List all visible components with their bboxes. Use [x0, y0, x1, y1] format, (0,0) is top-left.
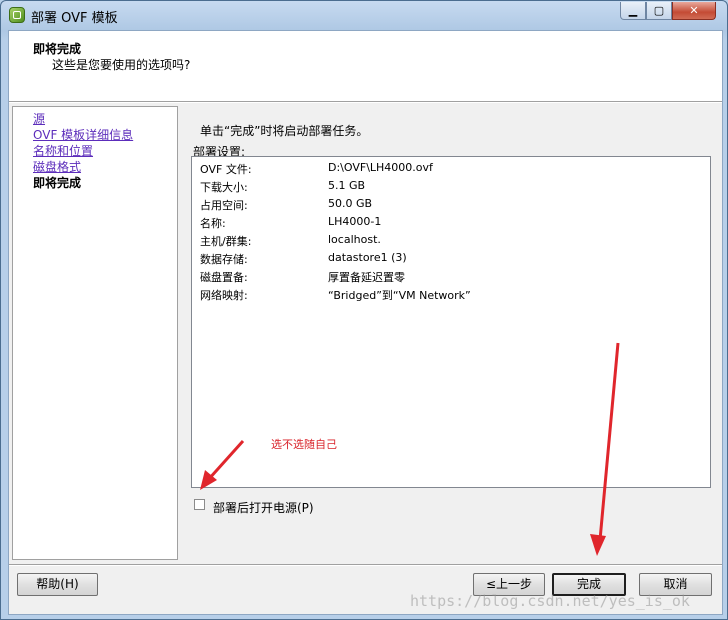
wizard-header: 即将完成 这些是您要使用的选项吗?: [9, 31, 722, 102]
minimize-button[interactable]: ▁: [620, 2, 646, 20]
settings-row: 名称: LH4000-1: [200, 215, 700, 233]
page-subtitle: 这些是您要使用的选项吗?: [52, 58, 191, 72]
setting-value: “Bridged”到“VM Network”: [328, 289, 471, 302]
settings-row: 数据存储: datastore1 (3): [200, 251, 700, 269]
settings-list[interactable]: OVF 文件: D:\OVF\LH4000.ovf 下载大小: 5.1 GB 占…: [191, 156, 711, 488]
setting-key: 占用空间:: [200, 199, 248, 212]
page-title: 即将完成: [33, 42, 82, 56]
setting-key: OVF 文件:: [200, 163, 252, 176]
setting-key: 数据存储:: [200, 253, 248, 266]
setting-key: 网络映射:: [200, 289, 248, 302]
dialog-window: 部署 OVF 模板 ▁ ▢ ✕ 即将完成 这些是您要使用的选项吗? 源 OVF …: [0, 0, 728, 620]
settings-row: 磁盘置备: 厚置备延迟置零: [200, 269, 700, 287]
step-link-source[interactable]: 源: [33, 110, 45, 127]
settings-row: 主机/群集: localhost.: [200, 233, 700, 251]
maximize-button[interactable]: ▢: [646, 2, 672, 20]
power-on-checkbox[interactable]: [194, 499, 205, 510]
settings-row: OVF 文件: D:\OVF\LH4000.ovf: [200, 161, 700, 179]
settings-row: 网络映射: “Bridged”到“VM Network”: [200, 287, 700, 305]
watermark-text: https://blog.csdn.net/yes_is_ok: [410, 592, 690, 610]
setting-value: datastore1 (3): [328, 251, 407, 264]
setting-value: 厚置备延迟置零: [328, 271, 405, 284]
title-bar[interactable]: 部署 OVF 模板 ▁ ▢ ✕: [1, 1, 727, 29]
setting-value: 5.1 GB: [328, 179, 366, 192]
wizard-steps-panel: 源 OVF 模板详细信息 名称和位置 磁盘格式 即将完成: [12, 106, 178, 560]
setting-value: D:\OVF\LH4000.ovf: [328, 161, 433, 174]
help-button[interactable]: 帮助(H): [17, 573, 98, 596]
window-title: 部署 OVF 模板: [31, 11, 118, 26]
setting-key: 名称:: [200, 217, 226, 230]
vsphere-app-icon: [9, 7, 25, 23]
footer-divider-highlight: [9, 565, 722, 566]
dialog-client-area: 即将完成 这些是您要使用的选项吗? 源 OVF 模板详细信息 名称和位置 磁盘格…: [8, 30, 723, 615]
step-link-ovf-details[interactable]: OVF 模板详细信息: [33, 126, 133, 143]
setting-value: localhost.: [328, 233, 381, 246]
setting-value: LH4000-1: [328, 215, 382, 228]
power-on-label[interactable]: 部署后打开电源(P): [213, 499, 314, 516]
settings-row: 下载大小: 5.1 GB: [200, 179, 700, 197]
settings-row: 占用空间: 50.0 GB: [200, 197, 700, 215]
setting-key: 磁盘置备:: [200, 271, 248, 284]
setting-value: 50.0 GB: [328, 197, 373, 210]
setting-key: 主机/群集:: [200, 235, 252, 248]
close-button[interactable]: ✕: [672, 2, 716, 20]
step-link-name-location[interactable]: 名称和位置: [33, 142, 93, 159]
finish-info-text: 单击“完成”时将启动部署任务。: [200, 124, 369, 138]
step-current-ready: 即将完成: [33, 176, 82, 190]
header-divider: [9, 102, 722, 103]
setting-key: 下载大小:: [200, 181, 248, 194]
annotation-note: 选不选随自己: [271, 438, 337, 451]
step-link-disk-format[interactable]: 磁盘格式: [33, 158, 81, 175]
